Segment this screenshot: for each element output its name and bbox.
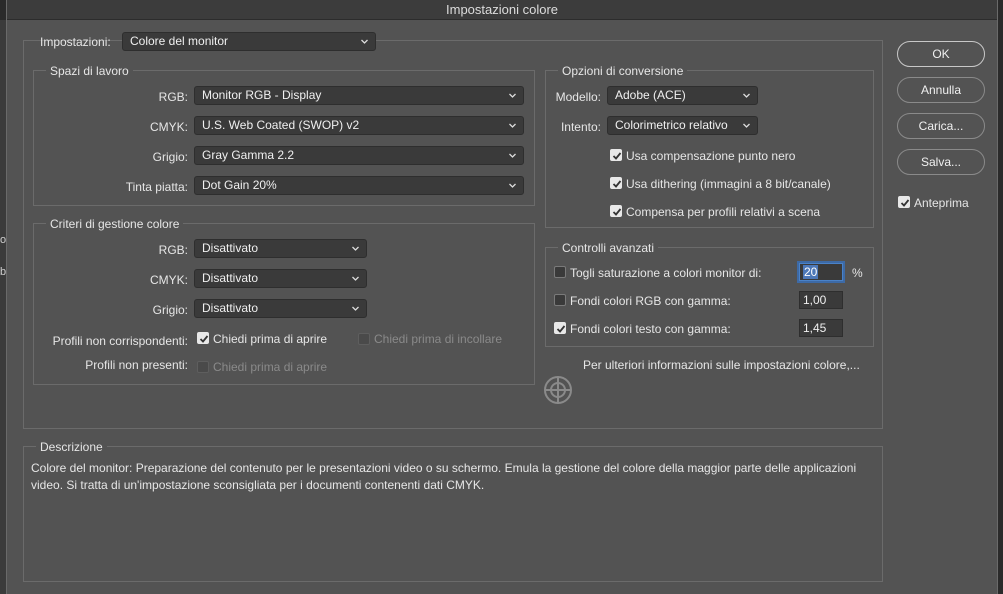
- mismatch-ask-open-label: Chiedi prima di aprire: [213, 332, 328, 346]
- missing-ask-open-label: Chiedi prima di aprire: [213, 360, 328, 374]
- window-title: Impostazioni colore: [7, 0, 997, 20]
- checkmark-icon: [199, 335, 209, 343]
- blend-text-label: Fondi colori testo con gamma:: [570, 322, 731, 336]
- ws-gray-select[interactable]: Gray Gamma 2.2: [194, 146, 524, 165]
- description-title: Descrizione: [36, 440, 107, 454]
- pol-cmyk-select[interactable]: Disattivato: [194, 269, 367, 288]
- ok-button[interactable]: OK: [897, 41, 985, 67]
- engine-value: Adobe (ACE): [615, 88, 686, 102]
- pol-rgb-select[interactable]: Disattivato: [194, 239, 367, 258]
- ws-spot-label: Tinta piatta:: [125, 180, 188, 194]
- checkmark-icon: [612, 152, 622, 160]
- chevron-down-icon: [743, 123, 750, 128]
- desaturate-unit: %: [852, 266, 863, 280]
- checkmark-icon: [612, 180, 622, 188]
- ws-cmyk-value: U.S. Web Coated (SWOP) v2: [202, 118, 360, 132]
- ws-rgb-label: RGB:: [158, 90, 188, 104]
- pol-gray-value: Disattivato: [202, 301, 259, 315]
- checkmark-icon: [900, 199, 910, 207]
- chevron-down-icon: [509, 183, 516, 188]
- mismatch-ask-paste-label: Chiedi prima di incollare: [374, 332, 503, 346]
- blend-rgb-label: Fondi colori RGB con gamma:: [570, 294, 731, 308]
- intent-value: Colorimetrico relativo: [615, 118, 728, 132]
- ws-gray-value: Gray Gamma 2.2: [202, 148, 295, 162]
- pol-gray-label: Grigio:: [152, 303, 188, 317]
- working-spaces-title: Spazi di lavoro: [46, 64, 133, 78]
- intent-select[interactable]: Colorimetrico relativo: [607, 116, 758, 135]
- desaturate-label: Togli saturazione a colori monitor di:: [570, 266, 762, 280]
- engine-select[interactable]: Adobe (ACE): [607, 86, 758, 105]
- chevron-down-icon: [509, 123, 516, 128]
- chevron-down-icon: [509, 153, 516, 158]
- ws-rgb-value: Monitor RGB - Display: [202, 88, 322, 102]
- chevron-down-icon: [361, 39, 368, 44]
- cancel-button[interactable]: Annulla: [897, 77, 985, 103]
- ws-spot-value: Dot Gain 20%: [202, 178, 277, 192]
- load-button[interactable]: Carica...: [897, 113, 985, 139]
- settings-value: Colore del monitor: [130, 34, 229, 48]
- pol-cmyk-value: Disattivato: [202, 271, 259, 285]
- preview-label: Anteprima: [914, 196, 969, 210]
- conversion-title: Opzioni di conversione: [558, 64, 688, 78]
- ws-cmyk-label: CMYK:: [149, 120, 188, 134]
- ws-cmyk-select[interactable]: U.S. Web Coated (SWOP) v2: [194, 116, 524, 135]
- scene-checkbox[interactable]: [610, 205, 622, 217]
- checkmark-icon: [556, 325, 566, 333]
- desaturate-input[interactable]: 20: [799, 263, 843, 281]
- engine-label: Modello:: [555, 90, 601, 104]
- mismatch-label: Profili non corrispondenti:: [52, 334, 188, 348]
- blend-rgb-input[interactable]: 1,00: [799, 291, 843, 309]
- settings-select[interactable]: Colore del monitor: [122, 32, 376, 51]
- ws-gray-label: Grigio:: [152, 150, 188, 164]
- policies-title: Criteri di gestione colore: [46, 217, 184, 231]
- desaturate-checkbox[interactable]: [554, 266, 566, 278]
- chevron-down-icon: [352, 306, 359, 311]
- pol-cmyk-label: CMYK:: [149, 273, 188, 287]
- mismatch-ask-open-checkbox[interactable]: [197, 332, 209, 344]
- settings-label: Impostazioni:: [40, 35, 111, 49]
- scene-label: Compensa per profili relativi a scena: [626, 205, 821, 219]
- more-info-link[interactable]: Per ulteriori informazioni sulle imposta…: [583, 358, 860, 372]
- chevron-down-icon: [352, 246, 359, 251]
- chevron-down-icon: [509, 93, 516, 98]
- dither-checkbox[interactable]: [610, 177, 622, 189]
- blend-text-value: 1,45: [803, 321, 827, 335]
- black-point-label: Usa compensazione punto nero: [626, 149, 796, 163]
- chevron-down-icon: [743, 93, 750, 98]
- missing-label: Profili non presenti:: [85, 358, 188, 372]
- blend-text-checkbox[interactable]: [554, 322, 566, 334]
- pol-rgb-label: RGB:: [158, 243, 188, 257]
- advanced-title: Controlli avanzati: [558, 241, 659, 255]
- missing-ask-open-checkbox[interactable]: [197, 361, 209, 373]
- dither-label: Usa dithering (immagini a 8 bit/canale): [626, 177, 831, 191]
- blend-rgb-checkbox[interactable]: [554, 294, 566, 306]
- description-text: Colore del monitor: Preparazione del con…: [31, 461, 857, 492]
- mismatch-ask-paste-checkbox[interactable]: [358, 333, 370, 345]
- color-sync-icon: [544, 376, 572, 404]
- ws-rgb-select[interactable]: Monitor RGB - Display: [194, 86, 524, 105]
- blend-rgb-value: 1,00: [803, 293, 827, 307]
- pol-rgb-value: Disattivato: [202, 241, 259, 255]
- pol-gray-select[interactable]: Disattivato: [194, 299, 367, 318]
- chevron-down-icon: [352, 276, 359, 281]
- preview-checkbox[interactable]: [898, 196, 910, 208]
- checkmark-icon: [612, 208, 622, 216]
- ws-spot-select[interactable]: Dot Gain 20%: [194, 176, 524, 195]
- blend-text-input[interactable]: 1,45: [799, 319, 843, 337]
- color-settings-dialog: Impostazioni colore Impostazioni: Colore…: [6, 0, 998, 594]
- intent-label: Intento:: [560, 120, 601, 134]
- save-button[interactable]: Salva...: [897, 149, 985, 175]
- black-point-checkbox[interactable]: [610, 149, 622, 161]
- desaturate-value: 20: [803, 265, 819, 279]
